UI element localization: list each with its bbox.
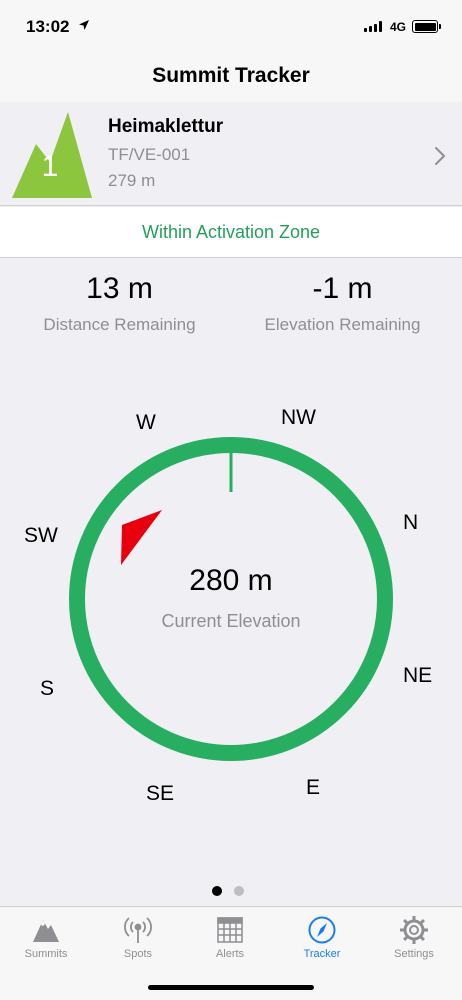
page-dot-active[interactable] [212, 886, 222, 896]
mountain-icon [33, 920, 59, 942]
compass-label-s: S [40, 677, 55, 700]
compass-label-n: N [403, 511, 419, 534]
tab-spots[interactable]: Spots [92, 907, 184, 967]
current-elevation-value: 280 m [189, 564, 273, 597]
tab-label: Spots [123, 948, 153, 960]
compass-dial [69, 437, 393, 761]
antenna-icon [124, 917, 152, 943]
tab-settings[interactable]: Settings [368, 907, 460, 967]
page-control[interactable] [212, 886, 244, 896]
summit-direction-pointer [121, 510, 162, 565]
tab-label: Tracker [303, 948, 341, 960]
compass-label-w: W [136, 411, 156, 434]
home-indicator[interactable] [148, 985, 314, 990]
tab-label: Summits [24, 948, 68, 960]
tab-summits[interactable]: Summits [0, 907, 92, 967]
compass-label-nw: NW [281, 406, 316, 429]
compass-label-ne: NE [403, 664, 433, 687]
tab-label: Alerts [215, 948, 245, 960]
tab-tracker[interactable]: Tracker [276, 907, 368, 967]
tab-alerts[interactable]: Alerts [184, 907, 276, 967]
compass-label-sw: SW [24, 524, 58, 547]
current-elevation-label: Current Elevation [161, 611, 301, 631]
compass-label-se: SE [146, 782, 175, 805]
compass-icon [308, 916, 336, 944]
tab-label: Settings [394, 948, 434, 960]
gear-icon [400, 916, 428, 944]
calendar-icon [217, 917, 243, 943]
page-dot-inactive[interactable] [234, 886, 244, 896]
compass-label-e: E [306, 776, 321, 799]
